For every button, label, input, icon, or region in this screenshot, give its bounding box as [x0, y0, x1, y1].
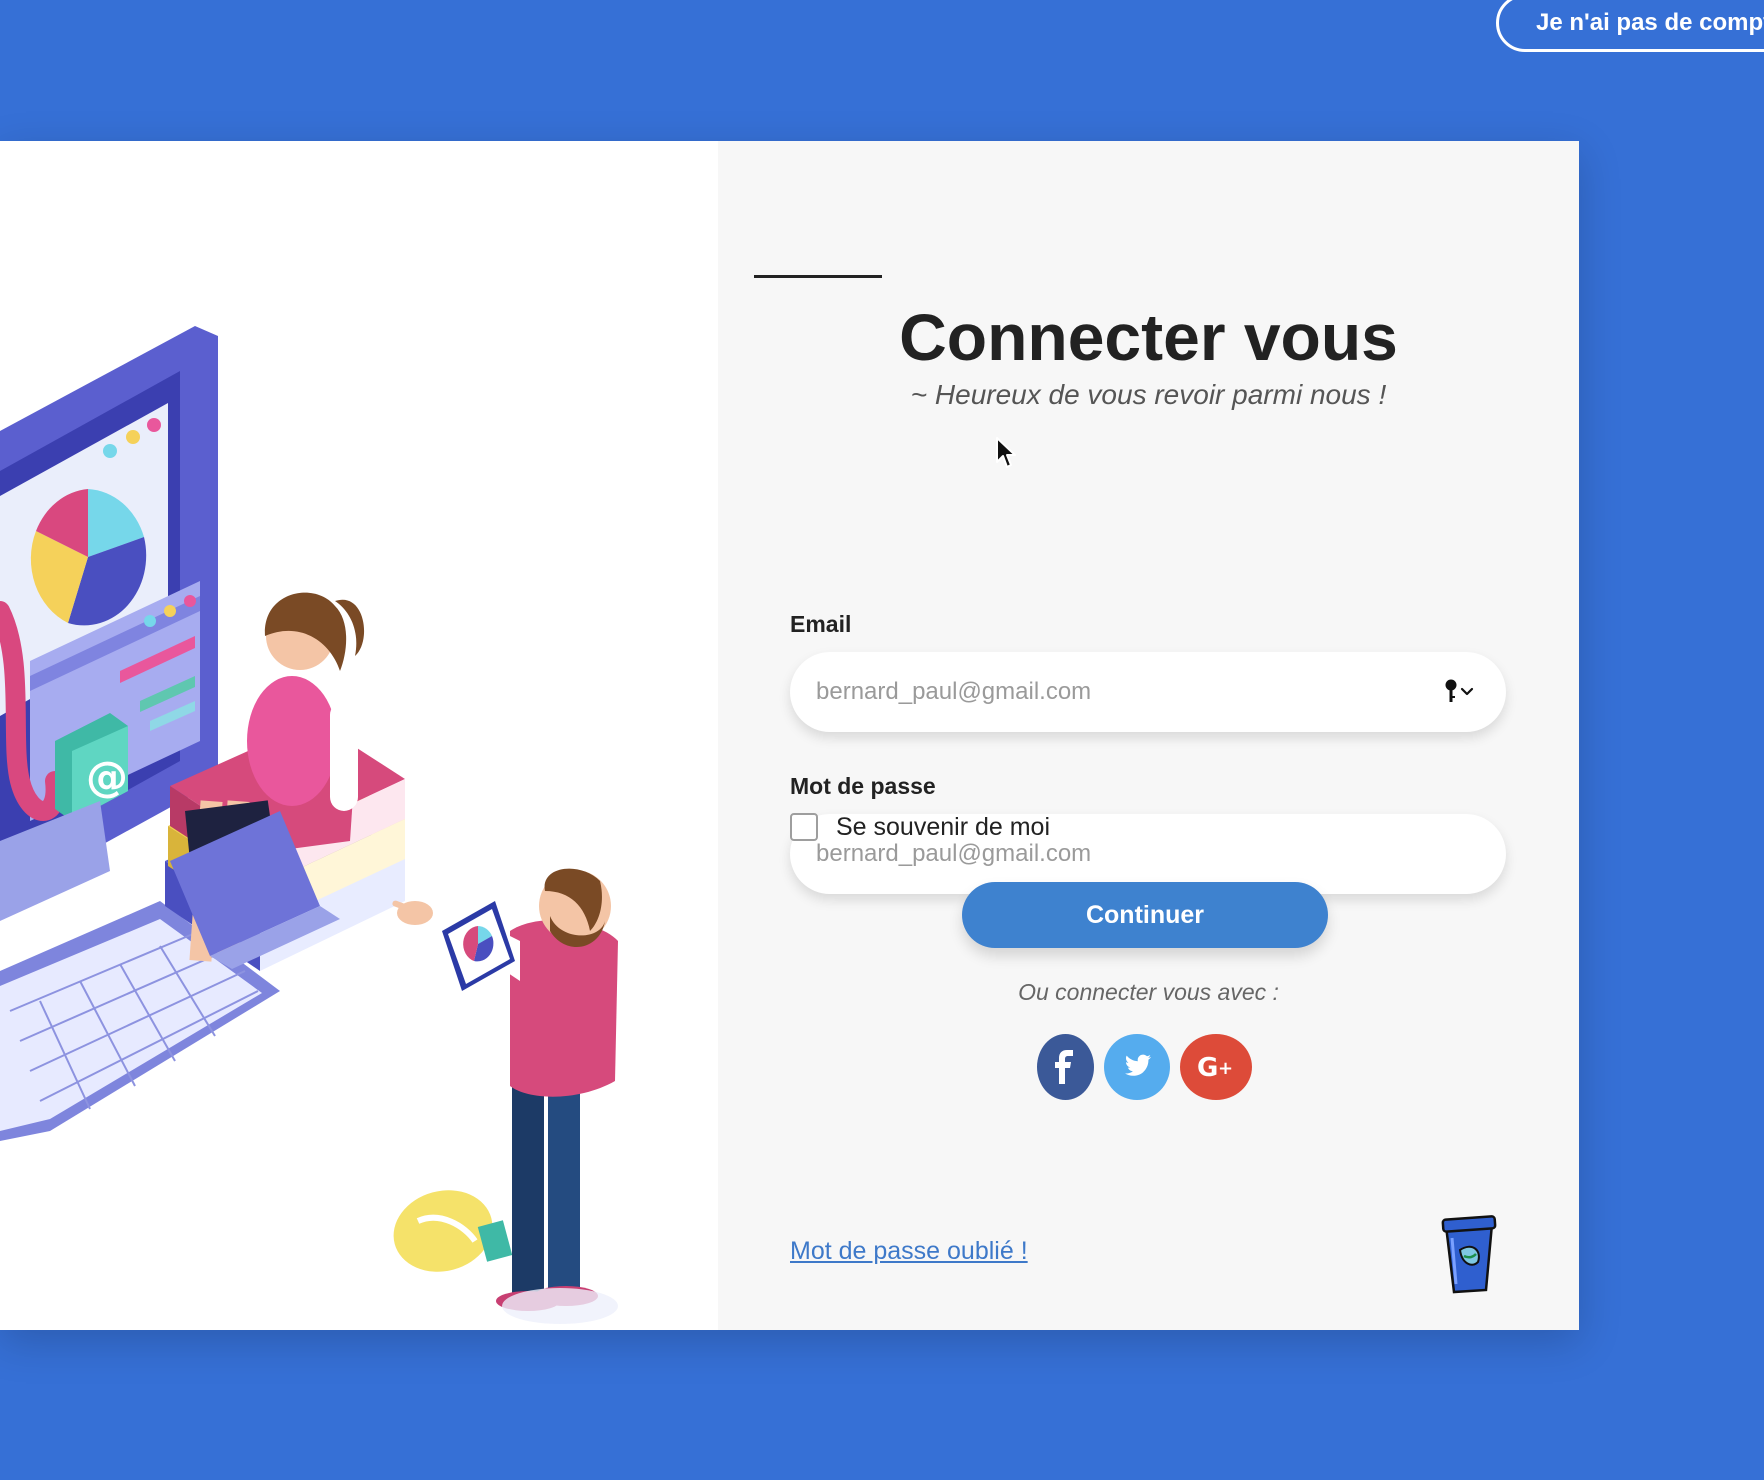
alt-login-text: Ou connecter vous avec : — [1018, 979, 1279, 1005]
forgot-password-link[interactable]: Mot de passe oublié ! — [790, 1237, 1028, 1266]
twitter-icon — [1104, 1034, 1170, 1100]
continue-button[interactable]: Continuer — [962, 882, 1328, 948]
email-field-wrapper — [790, 652, 1506, 732]
mouse-cursor-icon — [995, 436, 1019, 475]
password-key-icon — [1445, 679, 1474, 702]
remember-me-label: Se souvenir de moi — [836, 812, 1051, 841]
svg-text:@: @ — [86, 752, 128, 801]
accent-divider — [754, 275, 882, 278]
password-label: Mot de passe — [790, 773, 936, 799]
password-manager-button[interactable] — [1442, 678, 1478, 706]
remember-me: Se souvenir de moi — [790, 811, 1050, 843]
page-subtitle: ~ Heureux de vous revoir parmi nous ! — [910, 379, 1387, 410]
login-form-panel: Connecter vous ~ Heureux de vous revoir … — [718, 141, 1579, 1330]
cup-icon — [1438, 1214, 1498, 1303]
illustration-panel: @ — [0, 141, 718, 1330]
no-account-button[interactable]: Je n'ai pas de compte — [1496, 0, 1764, 52]
google-plus-button[interactable]: G + — [1180, 1034, 1252, 1100]
chevron-down-icon — [1460, 687, 1474, 696]
remember-me-checkbox[interactable] — [790, 813, 818, 841]
email-label: Email — [790, 611, 852, 637]
facebook-icon — [1037, 1034, 1094, 1100]
login-card: @ Connecter vous ~ Heureux de vous revoi… — [0, 141, 1579, 1330]
facebook-button[interactable] — [1037, 1034, 1094, 1100]
twitter-button[interactable] — [1104, 1034, 1170, 1100]
page-title: Connecter vous — [899, 300, 1398, 374]
workspace-illustration: @ — [0, 326, 618, 1324]
svg-text:+: + — [1218, 1058, 1233, 1079]
svg-text:G: G — [1197, 1053, 1218, 1083]
google-plus-icon: G + — [1180, 1034, 1252, 1100]
email-field[interactable] — [816, 652, 1436, 732]
